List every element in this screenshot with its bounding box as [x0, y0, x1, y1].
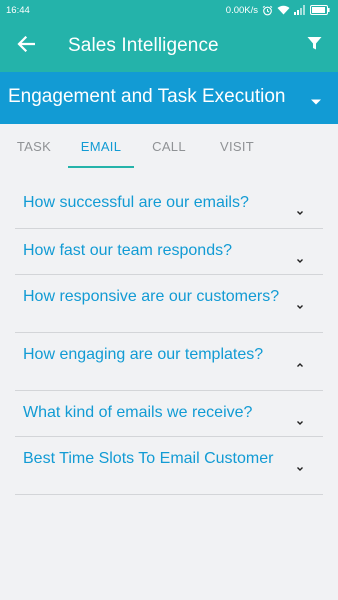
tab-label: EMAIL	[80, 138, 122, 154]
wifi-icon	[277, 5, 290, 15]
tab-label: VISIT	[219, 138, 254, 154]
page-title: Sales Intelligence	[68, 35, 219, 56]
tab-visit[interactable]: VISIT	[208, 124, 266, 168]
list-item[interactable]: Best Time Slots To Email Customer	[15, 437, 323, 495]
battery-icon	[310, 5, 330, 15]
list-item[interactable]: How responsive are our customers?	[15, 275, 323, 333]
filter-button[interactable]	[300, 32, 328, 60]
tab-email[interactable]: EMAIL	[68, 124, 134, 168]
list-item[interactable]: What kind of emails we receive?	[15, 391, 323, 437]
signal-icon	[294, 5, 306, 15]
question-text: How fast our team responds?	[23, 242, 232, 259]
caret-down-icon	[310, 93, 322, 105]
alarm-icon	[262, 5, 273, 16]
app-bar: Sales Intelligence	[0, 20, 338, 72]
status-time: 16:44	[6, 4, 30, 16]
status-bar: 16:44 0.00K/s	[0, 0, 338, 20]
chevron-down-icon	[296, 250, 304, 263]
filter-icon	[307, 36, 322, 56]
tab-bar: TASK EMAIL CALL VISIT	[0, 124, 338, 170]
list-item[interactable]: How successful are our emails?	[15, 181, 323, 229]
question-text: How engaging are our templates?	[23, 346, 264, 363]
chevron-down-icon	[296, 296, 304, 309]
chevron-down-icon	[296, 458, 304, 471]
tab-label: CALL	[152, 138, 186, 154]
chevron-down-icon	[296, 412, 304, 425]
arrow-back-icon	[17, 35, 36, 57]
question-text: How successful are our emails?	[23, 194, 249, 211]
question-text: Best Time Slots To Email Customer	[23, 450, 274, 467]
chevron-down-icon	[296, 202, 304, 215]
section-selector[interactable]: Engagement and Task Execution	[0, 72, 338, 124]
list-item[interactable]: How fast our team responds?	[15, 229, 323, 275]
list-item[interactable]: How engaging are our templates?	[15, 333, 323, 391]
back-button[interactable]	[0, 20, 52, 72]
tab-call[interactable]: CALL	[142, 124, 196, 168]
app-header: 16:44 0.00K/s Sales Intelligence	[0, 0, 338, 72]
active-tab-indicator	[68, 166, 134, 168]
section-title: Engagement and Task Execution	[8, 86, 286, 107]
chevron-up-icon	[296, 354, 304, 367]
network-speed: 0.00K/s	[225, 4, 258, 16]
tab-task[interactable]: TASK	[6, 124, 62, 168]
question-list: How successful are our emails? How fast …	[15, 181, 323, 495]
tab-label: TASK	[16, 138, 52, 154]
question-text: What kind of emails we receive?	[23, 404, 253, 421]
question-text: How responsive are our customers?	[23, 288, 280, 305]
